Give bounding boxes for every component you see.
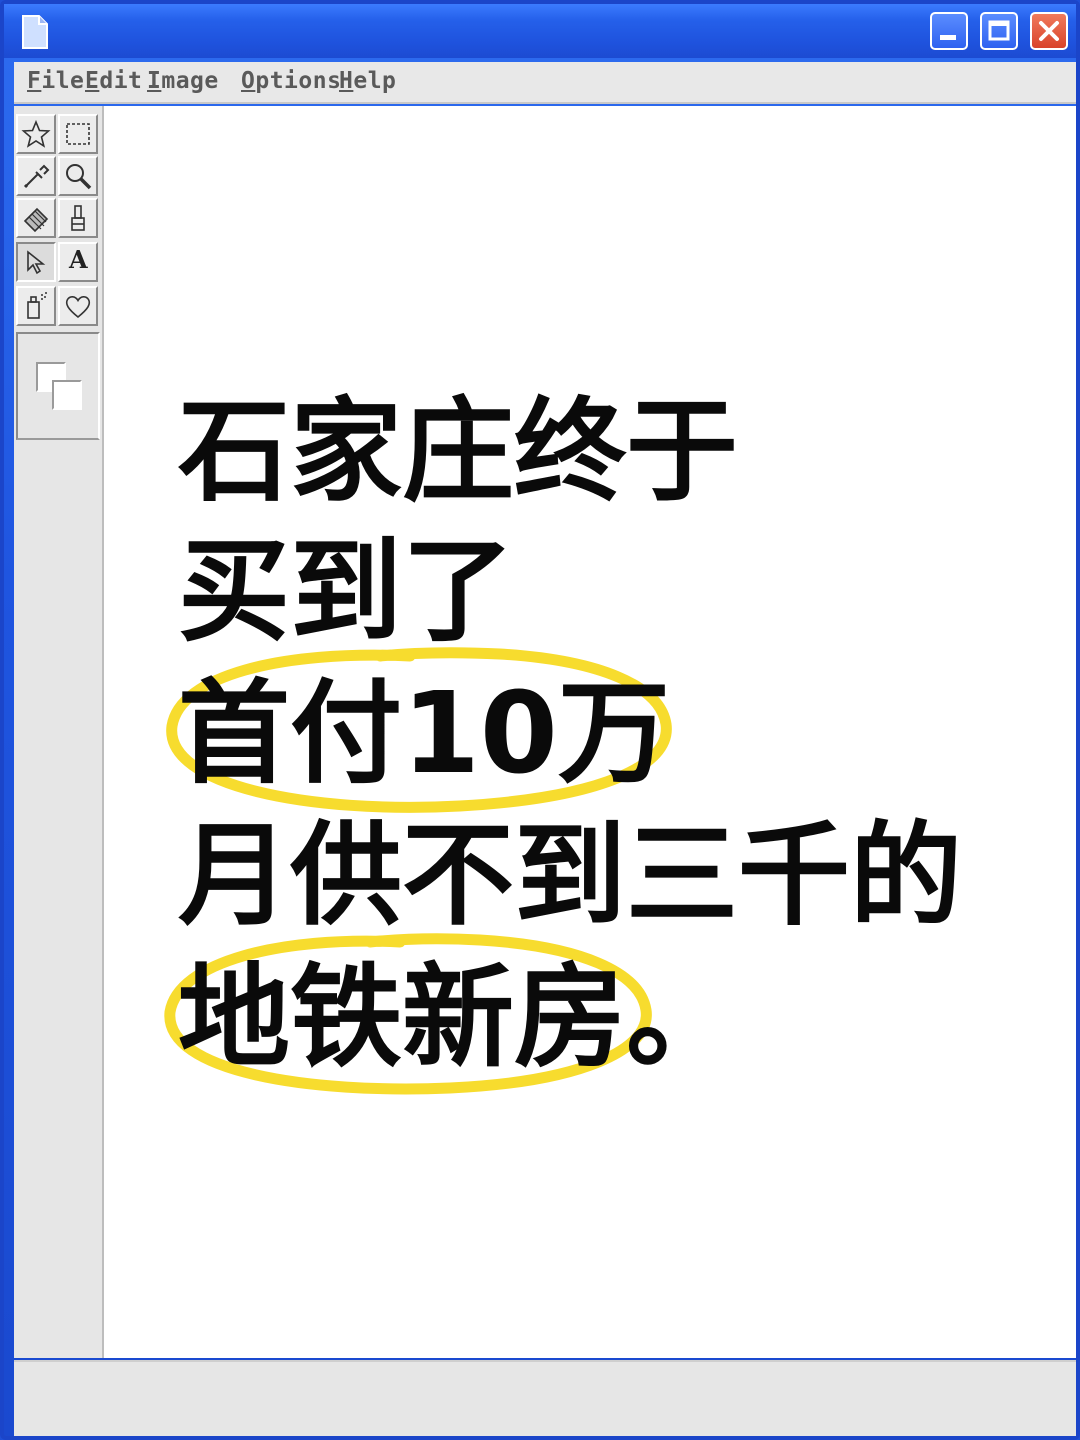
menu-image[interactable]: Image: [147, 68, 219, 94]
menu-edit[interactable]: Edit: [85, 68, 142, 94]
close-icon: [1039, 21, 1059, 41]
headline-line-3: 首付10万: [178, 669, 670, 799]
star-icon: [21, 119, 51, 148]
eyedropper-icon: [23, 164, 50, 189]
text-tool-glyph: A: [69, 245, 88, 274]
brush-tool[interactable]: [58, 198, 98, 238]
rect-select-tool[interactable]: [58, 114, 98, 154]
status-bar: [14, 1360, 1076, 1436]
eraser-icon: [23, 207, 49, 233]
maximize-icon: [988, 20, 1010, 41]
minimize-button[interactable]: [930, 12, 968, 50]
color-selector[interactable]: [16, 332, 100, 440]
toolbox: A: [14, 106, 104, 1358]
eyedropper-tool[interactable]: [16, 156, 56, 196]
pointer-tool[interactable]: [16, 242, 56, 282]
menu-file[interactable]: File: [27, 68, 84, 94]
title-bar[interactable]: [4, 4, 1076, 58]
headline-line-4: 月供不到三千的: [178, 811, 962, 941]
star-tool[interactable]: [16, 114, 56, 154]
menu-bar: File Edit Image Options Help: [14, 62, 1076, 104]
heart-icon: [65, 296, 91, 319]
magnifier-icon: [66, 164, 92, 190]
minimize-icon: [940, 35, 956, 40]
menu-help[interactable]: Help: [339, 68, 396, 94]
spray-can-icon: [27, 292, 47, 319]
spray-tool[interactable]: [16, 286, 56, 326]
maximize-button[interactable]: [980, 12, 1018, 50]
eraser-tool[interactable]: [16, 198, 56, 238]
heart-tool[interactable]: [58, 286, 98, 326]
close-button[interactable]: [1030, 12, 1068, 50]
background-color-swatch[interactable]: [52, 380, 82, 410]
magnifier-tool[interactable]: [58, 156, 98, 196]
headline-line-2: 买到了: [178, 527, 514, 657]
menu-options[interactable]: Options: [241, 68, 341, 94]
headline-line-5: 地铁新房。: [178, 953, 738, 1083]
drawing-canvas[interactable]: 石家庄终于 买到了 首付10万 月供不到三千的 地铁新房。: [104, 106, 1076, 1358]
rect-select-icon: [66, 123, 90, 145]
brush-icon: [71, 205, 85, 231]
text-tool[interactable]: A: [58, 242, 98, 282]
document-icon: [20, 14, 50, 50]
pointer-icon: [27, 250, 46, 275]
paint-window: File Edit Image Options Help A 石家庄终于 买到了…: [0, 0, 1080, 1440]
headline-line-1: 石家庄终于: [178, 387, 738, 517]
